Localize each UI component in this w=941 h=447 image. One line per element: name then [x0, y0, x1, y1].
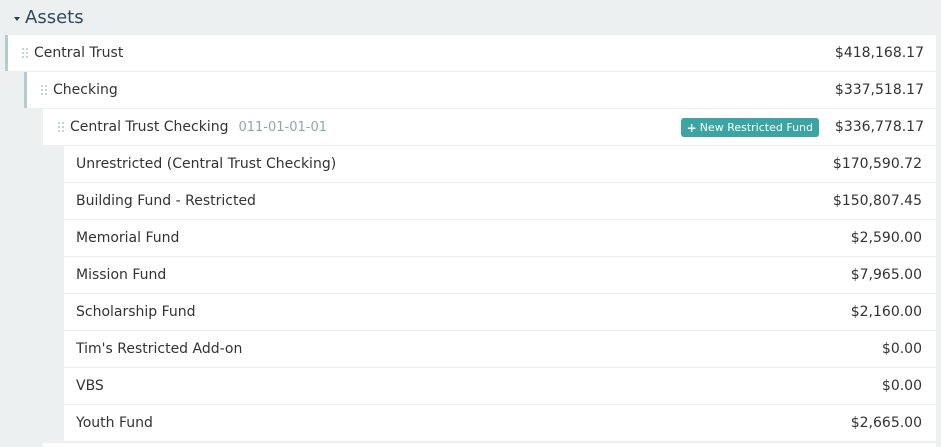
fund-label: VBS — [76, 378, 104, 394]
fund-row[interactable]: Scholarship Fund $2,160.00 — [64, 294, 936, 330]
account-balance: $336,778.17 — [834, 119, 924, 135]
new-restricted-fund-button[interactable]: + New Restricted Fund — [680, 118, 819, 137]
account-label: Checking — [53, 82, 118, 98]
fund-balance: $150,807.45 — [832, 193, 922, 209]
fund-balance: $0.00 — [881, 378, 922, 394]
account-row-central-trust-checking[interactable]: Central Trust Checking 011-01-01-01 + Ne… — [43, 109, 936, 145]
fund-row[interactable]: Tim's Restricted Add-on $0.00 — [64, 331, 936, 367]
plus-icon: + — [686, 120, 697, 135]
fund-label: Unrestricted (Central Trust Checking) — [76, 156, 337, 172]
fund-label: Mission Fund — [76, 267, 167, 283]
fund-label: Scholarship Fund — [76, 304, 196, 320]
fund-balance: $170,590.72 — [832, 156, 922, 172]
drag-handle-icon[interactable] — [58, 122, 64, 132]
caret-down-icon[interactable] — [14, 16, 20, 21]
section-title: Assets — [25, 6, 84, 28]
fund-balance: $2,160.00 — [850, 304, 922, 320]
fund-row[interactable]: Building Fund - Restricted $150,807.45 — [64, 183, 936, 219]
fund-row[interactable]: Unrestricted (Central Trust Checking) $1… — [64, 146, 936, 182]
fund-label: Youth Fund — [76, 415, 153, 431]
fund-label: Tim's Restricted Add-on — [76, 341, 243, 357]
new-restricted-fund-label: New Restricted Fund — [699, 121, 813, 134]
drag-handle-icon[interactable] — [41, 85, 47, 95]
account-row-checking[interactable]: Checking $337,518.17 — [24, 72, 936, 108]
fund-row[interactable]: Memorial Fund $2,590.00 — [64, 220, 936, 256]
account-balance: $337,518.17 — [834, 82, 924, 98]
fund-balance: $7,965.00 — [850, 267, 922, 283]
account-label: Central Trust Checking — [70, 119, 229, 135]
fund-row[interactable]: Youth Fund $2,665.00 — [64, 405, 936, 441]
drag-handle-icon[interactable] — [22, 48, 28, 58]
account-label: Central Trust — [34, 45, 124, 61]
fund-balance: $2,665.00 — [850, 415, 922, 431]
account-row-central-trust[interactable]: Central Trust $418,168.17 — [5, 35, 936, 71]
account-code: 011-01-01-01 — [238, 119, 328, 135]
next-row-partial — [43, 443, 936, 447]
fund-row[interactable]: Mission Fund $7,965.00 — [64, 257, 936, 293]
fund-balance: $2,590.00 — [850, 230, 922, 246]
account-balance: $418,168.17 — [834, 45, 924, 61]
fund-label: Building Fund - Restricted — [76, 193, 256, 209]
fund-balance: $0.00 — [881, 341, 922, 357]
fund-label: Memorial Fund — [76, 230, 180, 246]
fund-row[interactable]: VBS $0.00 — [64, 368, 936, 404]
assets-header[interactable]: Assets — [0, 0, 941, 34]
